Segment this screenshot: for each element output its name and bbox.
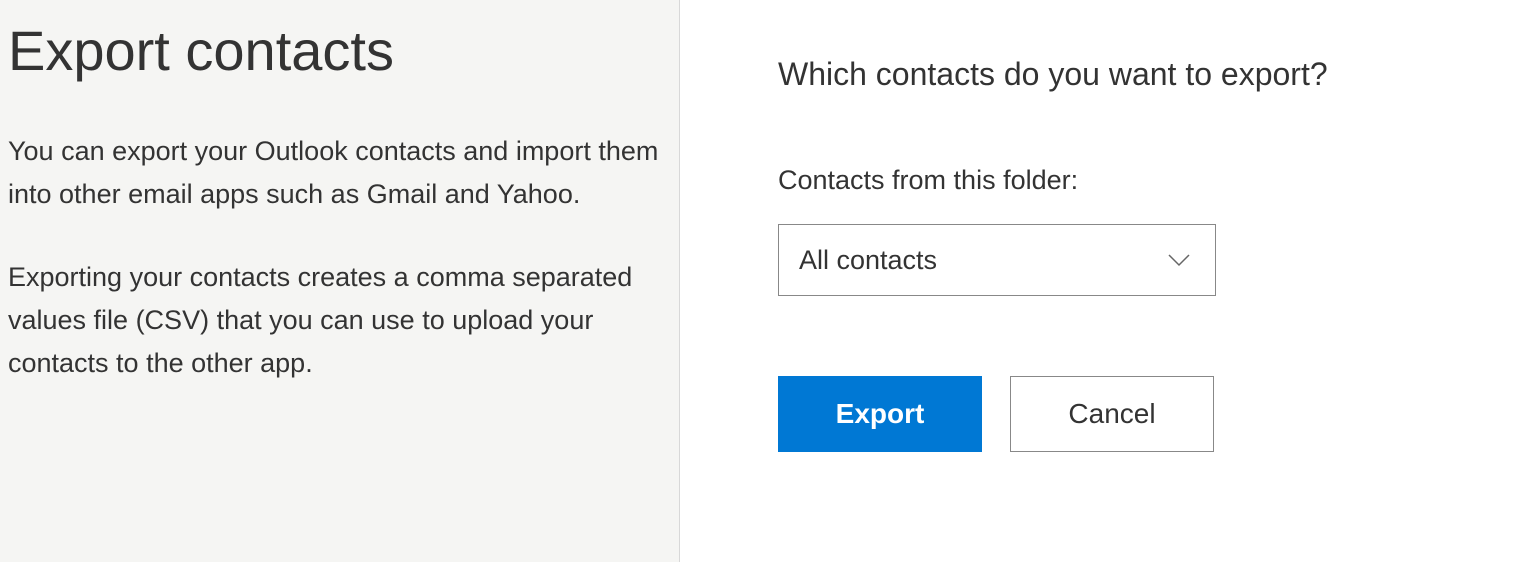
folder-label: Contacts from this folder: (778, 165, 1491, 196)
form-heading: Which contacts do you want to export? (778, 56, 1491, 93)
dropdown-selected-text: All contacts (799, 245, 937, 276)
chevron-down-icon (1167, 248, 1191, 272)
cancel-button[interactable]: Cancel (1010, 376, 1214, 452)
info-paragraph-2: Exporting your contacts creates a comma … (8, 256, 671, 386)
form-panel: Which contacts do you want to export? Co… (680, 0, 1531, 562)
export-button[interactable]: Export (778, 376, 982, 452)
folder-dropdown[interactable]: All contacts (778, 224, 1216, 296)
page-title: Export contacts (8, 20, 671, 82)
info-paragraph-1: You can export your Outlook contacts and… (8, 130, 671, 216)
info-panel: Export contacts You can export your Outl… (0, 0, 680, 562)
button-row: Export Cancel (778, 376, 1491, 452)
